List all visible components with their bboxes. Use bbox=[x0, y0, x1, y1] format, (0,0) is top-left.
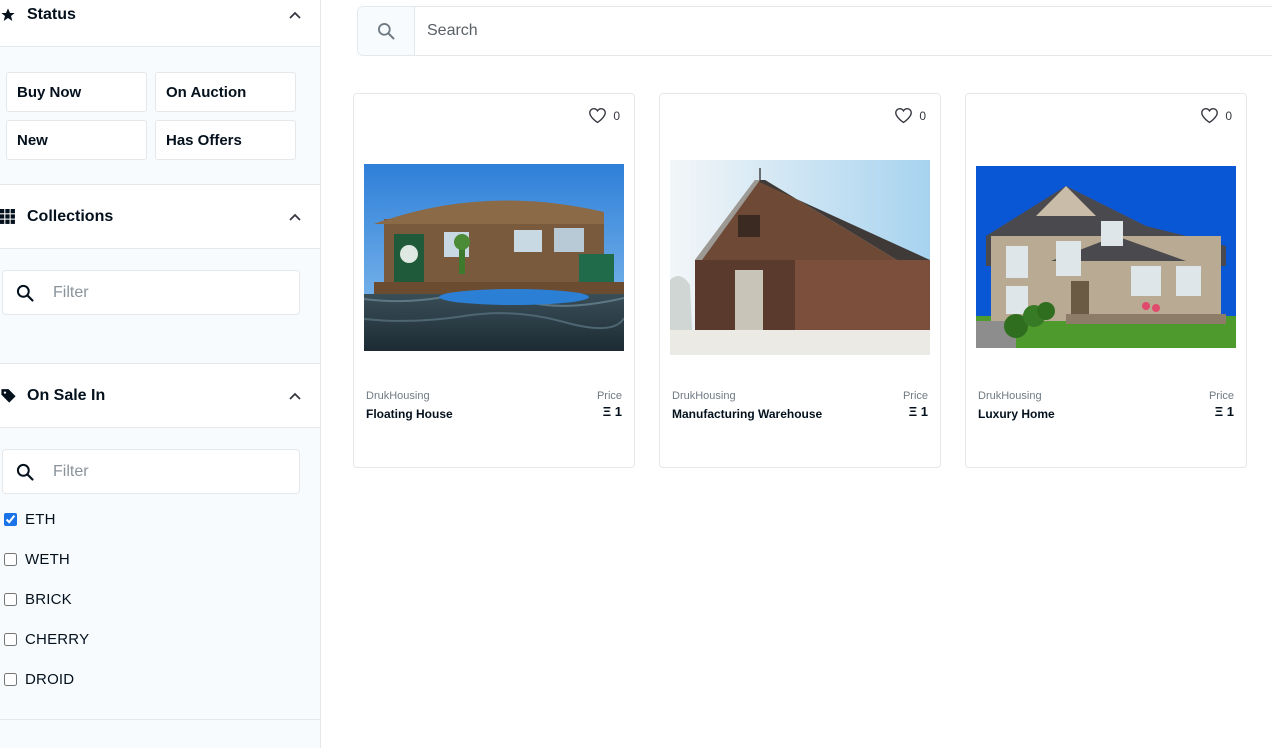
brick-checkbox[interactable] bbox=[4, 592, 17, 606]
search-icon bbox=[16, 284, 34, 302]
currency-option-brick[interactable]: BRICK bbox=[4, 589, 72, 609]
asset-card[interactable]: 0 DrukHousing Luxury Home Price Ξ 1 bbox=[965, 93, 1247, 468]
favorite-count: 0 bbox=[1225, 108, 1232, 123]
currency-label: WETH bbox=[25, 550, 70, 568]
collection-name: DrukHousing bbox=[672, 390, 736, 402]
chevron-up-icon[interactable] bbox=[288, 389, 302, 403]
search-icon-container bbox=[358, 7, 415, 55]
favorite-button[interactable]: 0 bbox=[588, 107, 620, 124]
has-offers-button[interactable]: Has Offers bbox=[155, 120, 296, 160]
favorite-button[interactable]: 0 bbox=[894, 107, 926, 124]
currency-label: ETH bbox=[25, 510, 56, 528]
price-label: Price bbox=[1208, 390, 1234, 402]
collections-title: Collections bbox=[27, 207, 114, 225]
divider bbox=[0, 719, 320, 720]
asset-card[interactable]: 0 DrukHousing Floating House Price Ξ 1 bbox=[353, 93, 635, 468]
asset-name: Manufacturing Warehouse bbox=[672, 407, 823, 421]
currency-label: BRICK bbox=[25, 590, 72, 608]
chevron-up-icon[interactable] bbox=[288, 8, 302, 22]
on-sale-in-section-header[interactable]: On Sale In bbox=[0, 364, 320, 428]
cherry-checkbox[interactable] bbox=[4, 632, 17, 646]
search-bar[interactable] bbox=[357, 6, 1272, 56]
currency-label: CHERRY bbox=[25, 630, 90, 648]
price-value: Ξ 1 bbox=[908, 404, 928, 419]
on-sale-in-title: On Sale In bbox=[27, 386, 106, 404]
heart-icon[interactable] bbox=[588, 107, 607, 124]
currency-option-eth[interactable]: ETH bbox=[4, 509, 56, 529]
filter-sidebar: Status Buy Now On Auction New Has Offers… bbox=[0, 0, 321, 748]
currency-option-droid[interactable]: DROID bbox=[4, 669, 74, 689]
asset-card[interactable]: 0 DrukHousing Manufacturing Warehouse Pr… bbox=[659, 93, 941, 468]
asset-name: Floating House bbox=[366, 407, 453, 421]
price-label: Price bbox=[596, 390, 622, 402]
grid-icon bbox=[0, 207, 20, 227]
price-value: Ξ 1 bbox=[602, 404, 622, 419]
favorite-button[interactable]: 0 bbox=[1200, 107, 1232, 124]
asset-name: Luxury Home bbox=[978, 407, 1055, 421]
collections-filter[interactable] bbox=[2, 270, 300, 315]
weth-checkbox[interactable] bbox=[4, 552, 17, 566]
tag-icon bbox=[0, 386, 20, 406]
buy-now-button[interactable]: Buy Now bbox=[6, 72, 147, 112]
on-auction-button[interactable]: On Auction bbox=[155, 72, 296, 112]
status-title: Status bbox=[27, 5, 76, 23]
currency-option-weth[interactable]: WETH bbox=[4, 549, 70, 569]
heart-icon[interactable] bbox=[894, 107, 913, 124]
chevron-up-icon[interactable] bbox=[288, 210, 302, 224]
warehouse-photo bbox=[670, 160, 930, 355]
favorite-count: 0 bbox=[919, 108, 926, 123]
favorite-count: 0 bbox=[613, 108, 620, 123]
collections-section-header[interactable]: Collections bbox=[0, 185, 320, 249]
currency-label: DROID bbox=[25, 670, 75, 688]
collection-name: DrukHousing bbox=[366, 390, 430, 402]
star-icon bbox=[0, 5, 20, 25]
droid-checkbox[interactable] bbox=[4, 672, 17, 686]
eth-checkbox[interactable] bbox=[4, 512, 17, 526]
search-icon bbox=[16, 463, 34, 481]
new-button[interactable]: New bbox=[6, 120, 147, 160]
luxury-home-photo bbox=[976, 166, 1236, 348]
currency-filter[interactable] bbox=[2, 449, 300, 494]
price-label: Price bbox=[902, 390, 928, 402]
collection-name: DrukHousing bbox=[978, 390, 1042, 402]
heart-icon[interactable] bbox=[1200, 107, 1219, 124]
search-icon bbox=[378, 23, 395, 40]
search-input[interactable] bbox=[427, 20, 1227, 42]
price-value: Ξ 1 bbox=[1214, 404, 1234, 419]
currency-option-cherry[interactable]: CHERRY bbox=[4, 629, 89, 649]
collections-filter-input[interactable] bbox=[53, 281, 283, 305]
houseboat-photo bbox=[364, 164, 624, 351]
currency-filter-input[interactable] bbox=[53, 460, 283, 484]
status-section-header[interactable]: Status bbox=[0, 0, 320, 47]
